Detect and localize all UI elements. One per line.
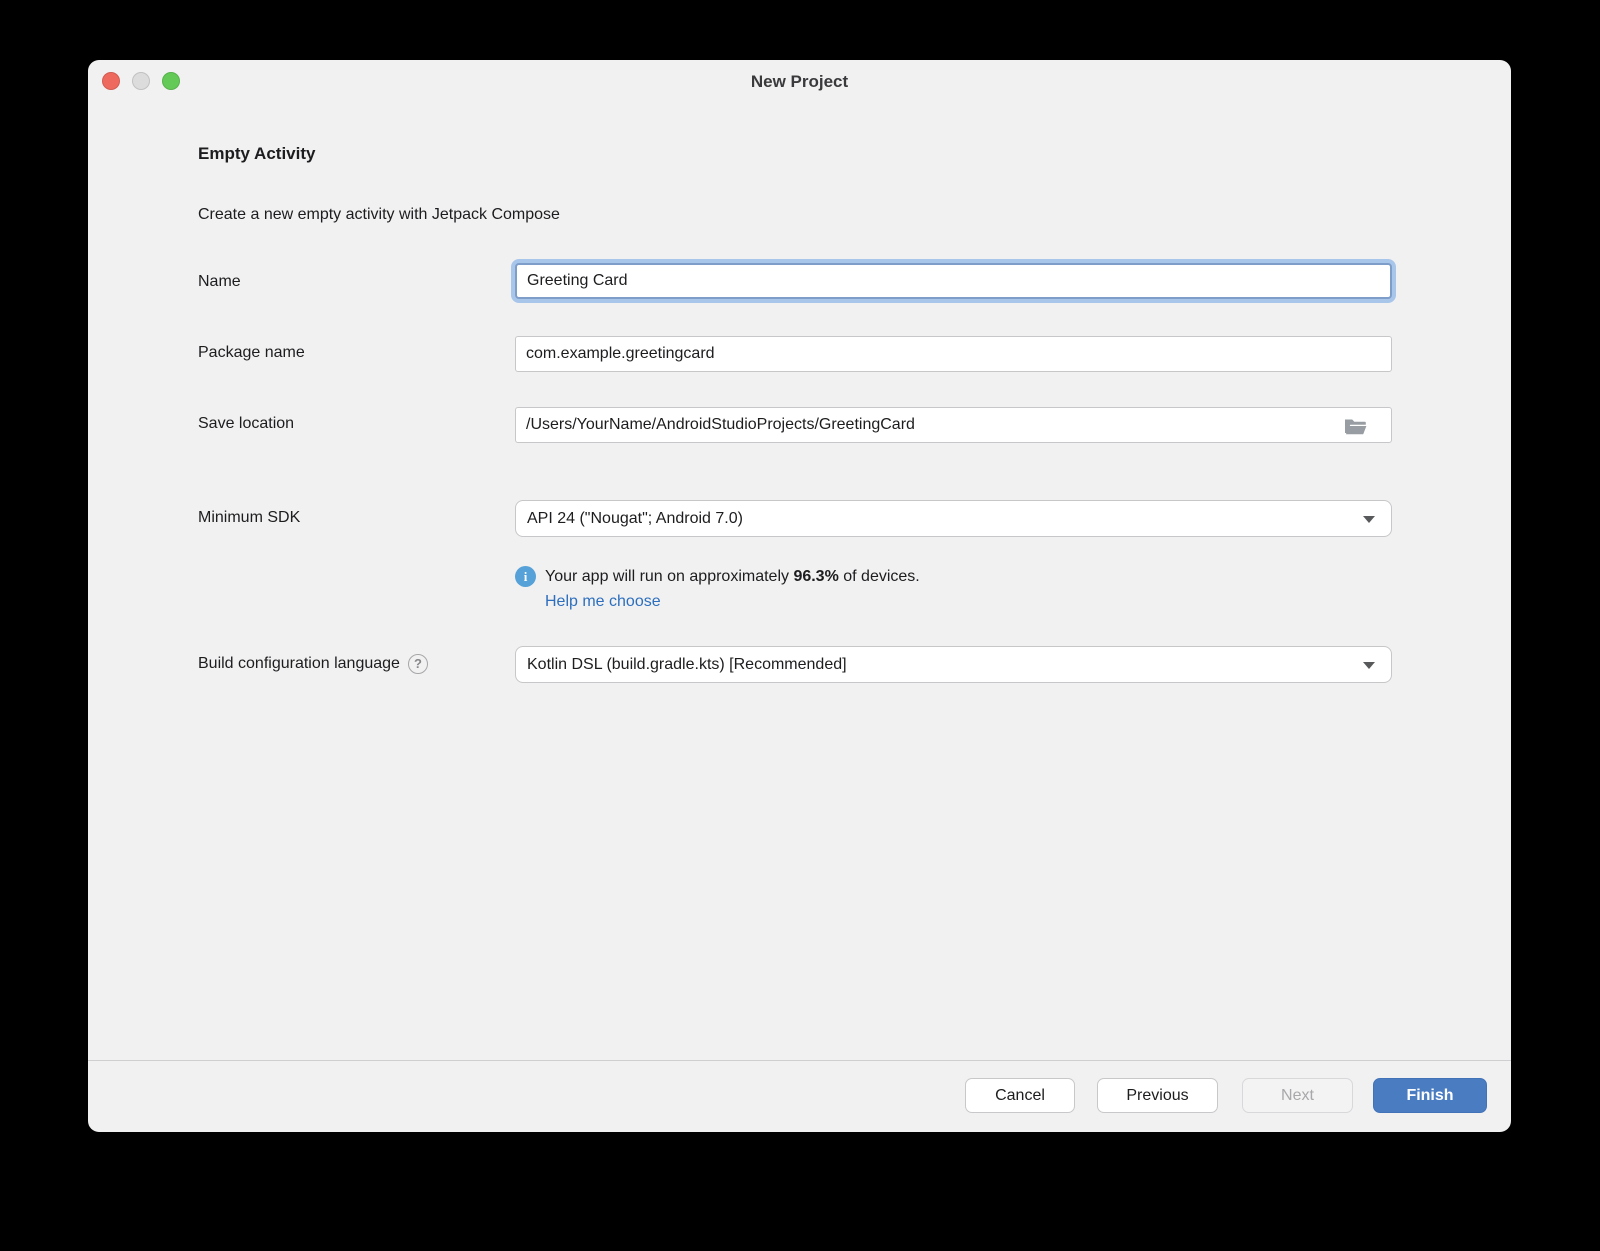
desktop-background: { "window": { "title": "New Project" }, … bbox=[0, 0, 1600, 1251]
previous-button[interactable]: Previous bbox=[1097, 1078, 1218, 1113]
window-title: New Project bbox=[88, 60, 1511, 102]
browse-folder-button[interactable] bbox=[1343, 416, 1367, 436]
build-config-label-row: Build configuration language ? bbox=[198, 654, 428, 674]
minimum-sdk-label: Minimum SDK bbox=[198, 509, 300, 527]
build-config-value: Kotlin DSL (build.gradle.kts) [Recommend… bbox=[527, 656, 847, 673]
info-icon: i bbox=[515, 566, 536, 587]
next-button: Next bbox=[1242, 1078, 1353, 1113]
build-config-label: Build configuration language bbox=[198, 655, 400, 673]
footer-separator bbox=[88, 1060, 1511, 1061]
package-name-label: Package name bbox=[198, 344, 305, 362]
cancel-button[interactable]: Cancel bbox=[965, 1078, 1075, 1113]
close-window-button[interactable] bbox=[102, 72, 120, 90]
new-project-dialog: New Project Empty Activity Create a new … bbox=[88, 60, 1511, 1132]
open-folder-icon bbox=[1343, 416, 1367, 436]
help-question-icon[interactable]: ? bbox=[408, 654, 428, 674]
page-subtitle: Create a new empty activity with Jetpack… bbox=[198, 206, 560, 224]
dropdown-arrow-icon bbox=[1363, 662, 1375, 669]
minimize-window-button bbox=[132, 72, 150, 90]
zoom-window-button[interactable] bbox=[162, 72, 180, 90]
help-me-choose-link[interactable]: Help me choose bbox=[545, 593, 661, 611]
finish-button[interactable]: Finish bbox=[1373, 1078, 1487, 1113]
device-percentage: 96.3% bbox=[793, 568, 838, 585]
sdk-info-row: i Your app will run on approximately 96.… bbox=[515, 566, 920, 587]
minimum-sdk-value: API 24 ("Nougat"; Android 7.0) bbox=[527, 510, 743, 527]
name-label: Name bbox=[198, 273, 241, 291]
minimum-sdk-select[interactable]: API 24 ("Nougat"; Android 7.0) bbox=[515, 500, 1392, 537]
name-input[interactable] bbox=[517, 265, 1390, 297]
window-controls bbox=[102, 72, 180, 90]
name-field-container bbox=[515, 263, 1392, 299]
save-location-label: Save location bbox=[198, 415, 294, 433]
save-location-input[interactable] bbox=[516, 408, 1391, 442]
title-bar: New Project bbox=[88, 60, 1511, 102]
sdk-info-text: Your app will run on approximately 96.3%… bbox=[545, 568, 920, 586]
save-location-field-container bbox=[515, 407, 1392, 443]
build-config-select[interactable]: Kotlin DSL (build.gradle.kts) [Recommend… bbox=[515, 646, 1392, 683]
package-name-input[interactable] bbox=[516, 337, 1391, 371]
package-name-field-container bbox=[515, 336, 1392, 372]
page-title: Empty Activity bbox=[198, 144, 315, 164]
dropdown-arrow-icon bbox=[1363, 516, 1375, 523]
